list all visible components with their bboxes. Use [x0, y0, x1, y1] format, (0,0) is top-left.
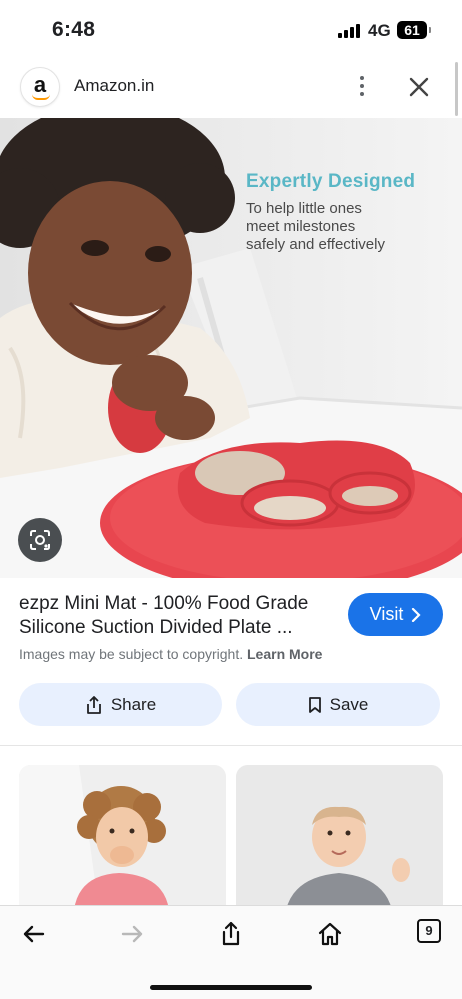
status-time: 6:48: [52, 18, 96, 41]
home-icon[interactable]: [316, 920, 344, 948]
amazon-logo-icon[interactable]: a: [20, 67, 60, 107]
lens-icon[interactable]: [18, 518, 62, 562]
product-title[interactable]: ezpz Mini Mat - 100% Food Grade Silicone…: [19, 592, 334, 640]
bookmark-icon: [308, 696, 321, 713]
signal-icon: [338, 24, 362, 38]
learn-more-link[interactable]: Learn More: [247, 646, 322, 662]
chevron-right-icon: [412, 607, 421, 622]
scrollbar[interactable]: [455, 62, 458, 116]
copyright-text: Images may be subject to copyright.: [19, 646, 244, 662]
product-image[interactable]: Expertly Designed To help little ones me…: [0, 118, 462, 578]
more-icon[interactable]: [348, 70, 376, 102]
network-type: 4G: [368, 21, 391, 40]
hero-heading: Expertly Designed: [246, 171, 416, 192]
share-button[interactable]: Share: [19, 683, 222, 726]
visit-label: Visit: [369, 604, 404, 624]
share-label: Share: [110, 694, 157, 714]
back-icon[interactable]: [20, 920, 48, 948]
copyright-notice: Images may be subject to copyright. Lear…: [19, 646, 322, 662]
close-icon[interactable]: [404, 72, 434, 102]
share-icon: [86, 695, 101, 714]
related-image-1[interactable]: [19, 765, 226, 910]
related-image-2[interactable]: [236, 765, 443, 910]
home-indicator[interactable]: [150, 985, 312, 990]
visit-button[interactable]: Visit: [348, 593, 443, 636]
battery-icon: 61: [397, 21, 431, 39]
hero-subtext: To help little ones meet milestones safe…: [246, 200, 385, 253]
source-header: a Amazon.in: [0, 62, 462, 114]
tabs-icon[interactable]: 9: [417, 919, 441, 943]
status-bar: 6:48 4G 61: [0, 0, 462, 60]
source-name[interactable]: Amazon.in: [74, 76, 154, 96]
forward-icon[interactable]: [118, 920, 146, 948]
divider: [0, 745, 462, 746]
browser-toolbar: 9: [0, 905, 462, 999]
save-button[interactable]: Save: [236, 683, 440, 726]
save-label: Save: [329, 694, 369, 714]
share-icon[interactable]: [217, 920, 245, 948]
